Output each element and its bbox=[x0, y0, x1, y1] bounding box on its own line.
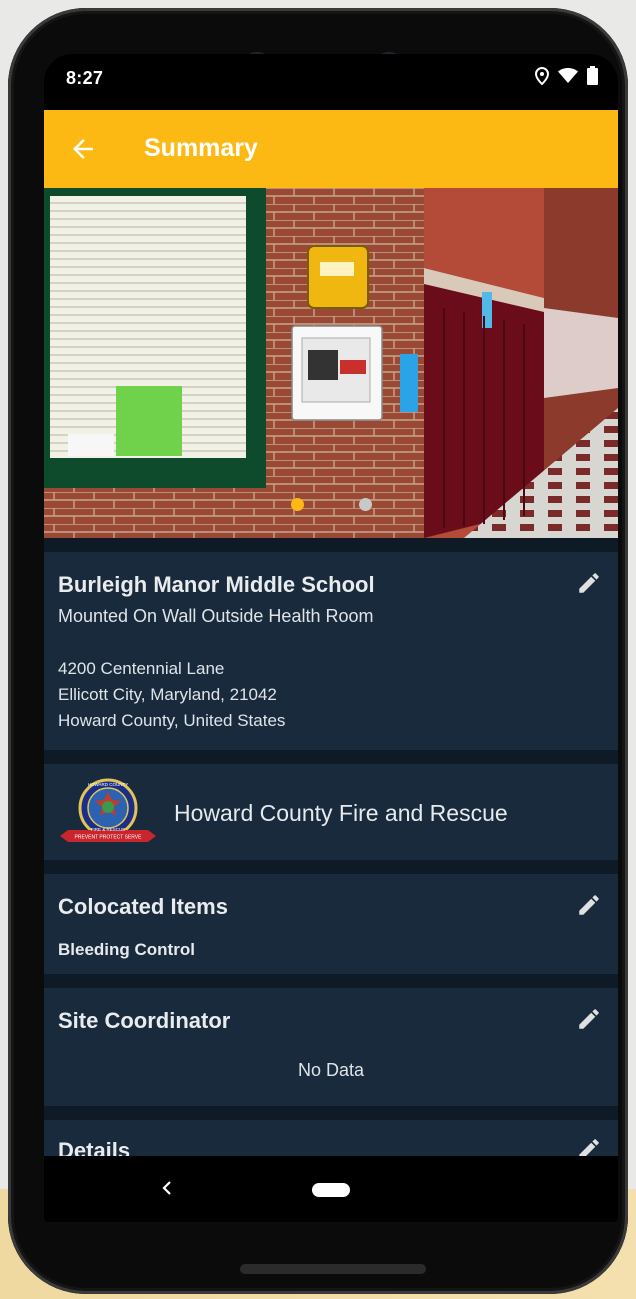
colocated-item: Bleeding Control bbox=[58, 940, 195, 959]
edit-colocated-icon[interactable] bbox=[576, 892, 602, 918]
logo-text: HOWARD COUNTY bbox=[88, 782, 129, 787]
wifi-icon bbox=[558, 67, 578, 83]
edit-coordinator-icon[interactable] bbox=[576, 1006, 602, 1032]
location-icon bbox=[535, 66, 549, 85]
aed-location-photo bbox=[44, 188, 618, 538]
summary-content[interactable]: Burleigh Manor Middle School Mounted On … bbox=[44, 188, 618, 1156]
logo-text: PREVENT PROTECT SERVE bbox=[75, 835, 143, 841]
details-card: Details bbox=[44, 1120, 618, 1156]
organization-name: Howard County Fire and Rescue bbox=[174, 800, 508, 826]
status-bar: 8:27 bbox=[44, 54, 618, 110]
battery-icon bbox=[587, 66, 598, 85]
phone-frame: 8:27 Summary Burleigh Manor Middle Schoo… bbox=[8, 8, 628, 1294]
location-card: Burleigh Manor Middle School Mounted On … bbox=[44, 552, 618, 750]
nav-back-icon[interactable] bbox=[160, 1178, 174, 1198]
status-time: 8:27 bbox=[66, 68, 104, 88]
coordinator-empty-text: No Data bbox=[297, 1060, 365, 1080]
address-line: 4200 Centennial Lane bbox=[58, 659, 225, 678]
phone-chin-bar bbox=[240, 1264, 426, 1274]
location-placement: Mounted On Wall Outside Health Room bbox=[58, 606, 374, 626]
edit-details-icon[interactable] bbox=[576, 1136, 602, 1156]
status-icons bbox=[535, 66, 598, 85]
photo-carousel[interactable] bbox=[44, 188, 618, 538]
app-bar: Summary bbox=[44, 110, 618, 188]
coordinator-title: Site Coordinator bbox=[58, 1008, 231, 1033]
address-line: Howard County, United States bbox=[58, 711, 286, 730]
carousel-dot-active[interactable] bbox=[291, 498, 304, 511]
site-coordinator-card: Site Coordinator No Data bbox=[44, 988, 618, 1106]
page-title: Summary bbox=[144, 134, 258, 162]
home-button[interactable] bbox=[312, 1183, 350, 1197]
logo-text: FIRE & RESCUE bbox=[91, 827, 126, 832]
system-nav-bar bbox=[44, 1156, 618, 1222]
address-line: Ellicott City, Maryland, 21042 bbox=[58, 685, 277, 704]
edit-location-icon[interactable] bbox=[576, 570, 602, 596]
location-name: Burleigh Manor Middle School bbox=[58, 572, 375, 597]
colocated-items-card: Colocated Items Bleeding Control bbox=[44, 874, 618, 974]
screen: 8:27 Summary Burleigh Manor Middle Schoo… bbox=[44, 54, 618, 1222]
fire-rescue-logo: HOWARD COUNTY FIRE & RESCUE PREVENT PROT… bbox=[60, 778, 156, 842]
colocated-title: Colocated Items bbox=[58, 894, 228, 919]
organization-card[interactable]: HOWARD COUNTY FIRE & RESCUE PREVENT PROT… bbox=[44, 764, 618, 860]
details-title: Details bbox=[58, 1138, 131, 1156]
carousel-dot[interactable] bbox=[359, 498, 372, 511]
address-block: 4200 Centennial Lane Ellicott City, Mary… bbox=[58, 656, 285, 734]
back-arrow-icon[interactable] bbox=[68, 134, 98, 164]
